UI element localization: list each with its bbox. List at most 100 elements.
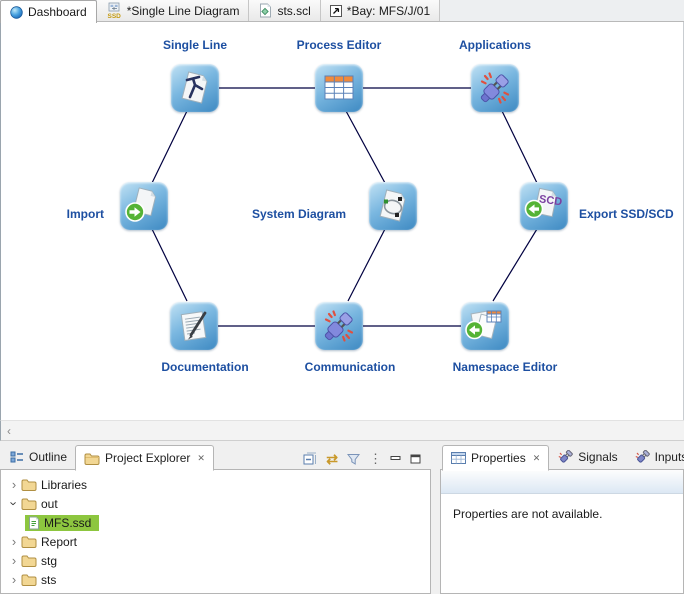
folder-icon bbox=[21, 554, 37, 567]
view-menu-icon[interactable]: ⋮ bbox=[369, 454, 381, 464]
project-explorer-panel: Outline Project Explorer ✕ ⇄ bbox=[0, 442, 431, 594]
node-label-communication: Communication bbox=[305, 360, 396, 374]
project-tree: › Libraries › out bbox=[1, 470, 430, 589]
editor-horizontal-scrollbar[interactable]: ‹ bbox=[0, 420, 684, 441]
close-icon[interactable]: ✕ bbox=[197, 453, 205, 464]
properties-body: Properties are not available. bbox=[440, 469, 684, 594]
filter-icon[interactable] bbox=[347, 453, 360, 466]
node-label-namespace-editor: Namespace Editor bbox=[453, 360, 558, 374]
tab-outline[interactable]: Outline bbox=[2, 444, 75, 470]
chevron-right-icon[interactable]: › bbox=[7, 534, 21, 549]
single-line-glyph bbox=[175, 68, 215, 108]
import-icon[interactable] bbox=[120, 182, 168, 230]
export-glyph: SCD bbox=[524, 186, 564, 226]
tree-item-label: stg bbox=[41, 554, 57, 568]
ssd-file-icon bbox=[28, 516, 40, 530]
properties-toolbar-strip bbox=[441, 470, 683, 494]
namespace-editor-icon[interactable] bbox=[461, 302, 509, 350]
close-icon[interactable]: ✕ bbox=[533, 453, 541, 464]
tab-single-line-diagram[interactable]: SSD *Single Line Diagram bbox=[97, 0, 250, 21]
tree-item-label: Report bbox=[41, 535, 77, 549]
system-diagram-icon[interactable] bbox=[369, 182, 417, 230]
tree-item-libraries[interactable]: › Libraries bbox=[1, 475, 430, 494]
outline-icon bbox=[10, 450, 24, 464]
tab-inputs[interactable]: Inputs bbox=[626, 444, 684, 470]
ssd-text: SSD bbox=[107, 13, 121, 19]
folder-icon bbox=[21, 535, 37, 548]
node-label-single-line: Single Line bbox=[163, 38, 227, 52]
single-line-icon[interactable] bbox=[171, 64, 219, 112]
folder-open-icon bbox=[21, 497, 37, 510]
tab-label: Dashboard bbox=[28, 5, 87, 19]
left-panel-tab-bar: Outline Project Explorer ✕ ⇄ bbox=[0, 442, 431, 470]
chevron-right-icon[interactable]: › bbox=[7, 572, 21, 587]
node-label-process-editor: Process Editor bbox=[297, 38, 382, 52]
collapse-all-icon[interactable] bbox=[303, 452, 317, 466]
tree-item-label: sts bbox=[41, 573, 56, 587]
dashboard-globe-icon bbox=[10, 6, 23, 19]
process-editor-icon[interactable] bbox=[315, 64, 363, 112]
documentation-glyph bbox=[174, 306, 214, 346]
tab-sts-scl[interactable]: sts.scl bbox=[249, 0, 320, 21]
process-table-glyph bbox=[319, 68, 359, 108]
tab-label: Project Explorer bbox=[105, 451, 190, 465]
tab-label: Outline bbox=[29, 450, 67, 464]
tree-item-label: Libraries bbox=[41, 478, 87, 492]
tree-item-label: out bbox=[41, 497, 58, 511]
ssd-diagram-icon: SSD bbox=[106, 2, 122, 19]
applications-icon[interactable] bbox=[471, 64, 519, 112]
left-panel-toolbar: ⇄ ⋮ bbox=[303, 452, 431, 470]
bay-editor-icon bbox=[330, 5, 342, 17]
chevron-down-icon[interactable]: › bbox=[7, 497, 22, 511]
namespace-glyph bbox=[465, 306, 505, 346]
tab-label: sts.scl bbox=[277, 4, 310, 18]
editor-tab-bar: Dashboard SSD *Single Line Diagram sts.s… bbox=[0, 0, 684, 22]
selection-highlight: MFS.ssd bbox=[25, 515, 99, 531]
export-ssd-scd-icon[interactable]: SCD bbox=[520, 182, 568, 230]
right-panel-tab-bar: Properties ✕ Signals bbox=[440, 442, 684, 470]
system-diagram-glyph bbox=[373, 186, 413, 226]
plug-glyph bbox=[475, 68, 515, 108]
inputs-plug-icon bbox=[634, 450, 650, 464]
tree-item-mfs-ssd[interactable]: MFS.ssd bbox=[1, 513, 430, 532]
tree-item-report[interactable]: › Report bbox=[1, 532, 430, 551]
tree-item-sts[interactable]: › sts bbox=[1, 570, 430, 589]
folder-icon bbox=[84, 452, 100, 465]
project-explorer-body: › Libraries › out bbox=[0, 469, 431, 594]
tab-signals[interactable]: Signals bbox=[549, 444, 625, 470]
bottom-panel-area: Outline Project Explorer ✕ ⇄ bbox=[0, 442, 684, 594]
properties-message: Properties are not available. bbox=[441, 494, 683, 521]
tab-label: *Bay: MFS/J/01 bbox=[347, 4, 430, 18]
documentation-icon[interactable] bbox=[170, 302, 218, 350]
maximize-icon[interactable] bbox=[410, 454, 421, 464]
tab-label: *Single Line Diagram bbox=[127, 4, 240, 18]
properties-panel: Properties ✕ Signals bbox=[440, 442, 684, 594]
link-with-editor-icon[interactable]: ⇄ bbox=[326, 454, 338, 464]
tab-dashboard[interactable]: Dashboard bbox=[0, 0, 97, 23]
plug-glyph bbox=[319, 306, 359, 346]
node-label-export-ssd-scd: Export SSD/SCD bbox=[579, 207, 674, 221]
properties-table-icon bbox=[451, 452, 466, 464]
scroll-left-icon[interactable]: ‹ bbox=[7, 424, 11, 438]
folder-icon bbox=[21, 478, 37, 491]
tab-bay[interactable]: *Bay: MFS/J/01 bbox=[321, 0, 440, 21]
node-label-applications: Applications bbox=[459, 38, 531, 52]
tab-project-explorer[interactable]: Project Explorer ✕ bbox=[75, 445, 214, 471]
chevron-right-icon[interactable]: › bbox=[7, 553, 21, 568]
communication-icon[interactable] bbox=[315, 302, 363, 350]
tree-item-out[interactable]: › out bbox=[1, 494, 430, 513]
minimize-icon[interactable] bbox=[390, 454, 401, 464]
tab-label: Signals bbox=[578, 450, 617, 464]
tab-properties[interactable]: Properties ✕ bbox=[442, 445, 549, 471]
signals-plug-icon bbox=[557, 450, 573, 464]
node-label-documentation: Documentation bbox=[161, 360, 248, 374]
folder-icon bbox=[21, 573, 37, 586]
tab-label: Inputs bbox=[655, 450, 684, 464]
scl-file-icon bbox=[258, 3, 272, 18]
tree-item-label: MFS.ssd bbox=[44, 516, 91, 530]
chevron-right-icon[interactable]: › bbox=[7, 477, 21, 492]
tab-label: Properties bbox=[471, 451, 526, 465]
node-label-system-diagram: System Diagram bbox=[1, 207, 346, 221]
tree-item-stg[interactable]: › stg bbox=[1, 551, 430, 570]
dashboard-canvas: SCD bbox=[0, 22, 684, 420]
